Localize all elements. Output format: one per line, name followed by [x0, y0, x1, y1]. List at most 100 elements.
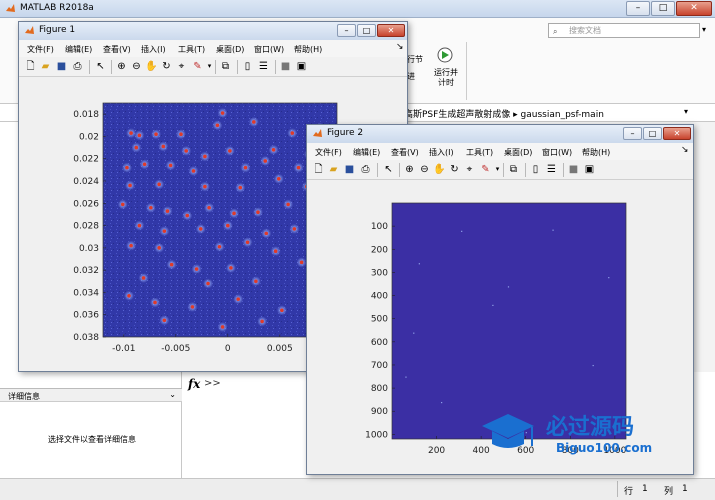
zoom-in-icon[interactable]: ⊕	[115, 60, 128, 73]
menu-desktop[interactable]: 桌面(D)	[504, 147, 532, 158]
hide-plot-tools-icon[interactable]: ■	[279, 60, 292, 73]
chevron-down-icon[interactable]: ⌄	[169, 390, 176, 399]
menu-desktop[interactable]: 桌面(D)	[216, 44, 244, 55]
fx-icon[interactable]: fx	[188, 377, 200, 391]
close-button[interactable]: ✕	[676, 1, 712, 16]
scatter-point	[154, 242, 165, 253]
save-icon[interactable]: ■	[55, 60, 68, 73]
link-plot-icon[interactable]: ⧉	[507, 163, 520, 176]
scatter-point	[217, 108, 228, 119]
scatter-point	[125, 180, 136, 191]
zoom-out-icon[interactable]: ⊖	[130, 60, 143, 73]
figure-2-minimize-button[interactable]: –	[623, 127, 642, 140]
figure-1-close-button[interactable]: ✕	[377, 24, 405, 37]
scatter-point	[181, 145, 192, 156]
zoom-out-icon[interactable]: ⊖	[418, 163, 431, 176]
legend-icon[interactable]: ☰	[545, 163, 558, 176]
new-figure-icon[interactable]: 🗋	[312, 163, 325, 176]
menu-view[interactable]: 查看(V)	[391, 147, 419, 158]
data-cursor-icon[interactable]: ⌖	[463, 163, 476, 176]
colorbar-icon[interactable]: ▯	[529, 163, 542, 176]
matlab-logo-icon	[6, 4, 15, 12]
figure-2-toolbar: 🗋 ▰ ■ ⎙ ↖ ⊕ ⊖ ✋ ↻ ⌖ ✎ ▾ ⧉ ▯ ☰ ■ ▣	[307, 160, 693, 180]
new-figure-icon[interactable]: 🗋	[24, 60, 37, 73]
advance-label[interactable]: 进	[407, 71, 415, 82]
menu-window[interactable]: 窗口(W)	[254, 44, 284, 55]
rotate-3d-icon[interactable]: ↻	[160, 60, 173, 73]
print-icon[interactable]: ⎙	[71, 60, 84, 73]
data-cursor-icon[interactable]: ⌖	[175, 60, 188, 73]
figure-1-titlebar[interactable]: Figure 1 – □ ✕	[19, 22, 407, 40]
scatter-point	[283, 199, 294, 210]
figure-icon	[313, 129, 322, 137]
image-bright-pixel	[552, 229, 554, 231]
edit-plot-icon[interactable]: ↖	[94, 60, 107, 73]
hide-plot-tools-icon[interactable]: ■	[567, 163, 580, 176]
menu-file[interactable]: 文件(F)	[315, 147, 342, 158]
scatter-point	[252, 207, 263, 218]
menu-view[interactable]: 查看(V)	[103, 44, 131, 55]
menu-insert[interactable]: 插入(I)	[141, 44, 166, 55]
folder-dropdown-icon[interactable]: ▾	[684, 107, 688, 116]
watermark-sub-text: Biguo100.com	[556, 441, 652, 455]
open-file-icon[interactable]: ▰	[327, 163, 340, 176]
menu-tools[interactable]: 工具(T)	[466, 147, 493, 158]
menu-tools[interactable]: 工具(T)	[178, 44, 205, 55]
pan-icon[interactable]: ✋	[433, 163, 446, 176]
run-and-time-icon[interactable]	[434, 43, 456, 63]
menu-file[interactable]: 文件(F)	[27, 44, 54, 55]
scatter-point	[199, 151, 210, 162]
show-plot-tools-icon[interactable]: ▣	[583, 163, 596, 176]
menu-help[interactable]: 帮助(H)	[294, 44, 322, 55]
scatter-point	[225, 262, 236, 273]
command-prompt: >>	[204, 378, 221, 389]
y-tick-label: 500	[371, 315, 388, 325]
matlab-titlebar: MATLAB R2018a – □ ✕	[0, 0, 715, 18]
colorbar-icon[interactable]: ▯	[241, 60, 254, 73]
menu-help[interactable]: 帮助(H)	[582, 147, 610, 158]
menu-edit[interactable]: 编辑(E)	[353, 147, 380, 158]
menu-insert[interactable]: 插入(I)	[429, 147, 454, 158]
figure-1-maximize-button[interactable]: □	[357, 24, 376, 37]
menu-edit[interactable]: 编辑(E)	[65, 44, 92, 55]
search-options-icon[interactable]: ▾	[702, 25, 706, 34]
window-title: MATLAB R2018a	[20, 3, 94, 13]
scatter-point	[182, 210, 193, 221]
figure-2-close-button[interactable]: ✕	[663, 127, 691, 140]
edit-plot-icon[interactable]: ↖	[382, 163, 395, 176]
legend-icon[interactable]: ☰	[257, 60, 270, 73]
y-tick-label: 0.034	[73, 288, 99, 298]
link-plot-icon[interactable]: ⧉	[219, 60, 232, 73]
print-icon[interactable]: ⎙	[359, 163, 372, 176]
search-docs-input[interactable]: ⌕ 搜索文档	[548, 23, 700, 38]
scatter-point	[212, 120, 223, 131]
figure-2-titlebar[interactable]: Figure 2 – □ ✕	[307, 125, 693, 143]
zoom-in-icon[interactable]: ⊕	[403, 163, 416, 176]
run-section-label[interactable]: 行节	[407, 54, 423, 65]
rotate-3d-icon[interactable]: ↻	[448, 163, 461, 176]
scatter-point	[134, 130, 145, 141]
scatter-point	[250, 276, 261, 287]
details-panel-header[interactable]: 详细信息 ⌄	[0, 388, 182, 402]
open-file-icon[interactable]: ▰	[39, 60, 52, 73]
dock-arrow-icon[interactable]: ↘	[396, 42, 404, 52]
pan-icon[interactable]: ✋	[145, 60, 158, 73]
save-icon[interactable]: ■	[343, 163, 356, 176]
scatter-point	[191, 264, 202, 275]
maximize-button[interactable]: □	[651, 1, 675, 16]
figure-1-minimize-button[interactable]: –	[337, 24, 356, 37]
status-separator	[617, 481, 618, 497]
scatter-point	[293, 162, 304, 173]
current-folder-path[interactable]: 高斯PSF生成超声散射成像 ▸ gaussian_psf-main	[404, 107, 604, 120]
scatter-point	[273, 173, 284, 184]
y-tick-label: 0.02	[79, 132, 99, 142]
y-tick-label: 400	[371, 292, 388, 302]
minimize-button[interactable]: –	[626, 1, 650, 16]
dock-arrow-icon[interactable]: ↘	[681, 145, 689, 155]
menu-window[interactable]: 窗口(W)	[542, 147, 572, 158]
show-plot-tools-icon[interactable]: ▣	[295, 60, 308, 73]
figure-2-maximize-button[interactable]: □	[643, 127, 662, 140]
scatter-point	[176, 129, 186, 140]
figure-1-toolbar: 🗋 ▰ ■ ⎙ ↖ ⊕ ⊖ ✋ ↻ ⌖ ✎ ▾ ⧉ ▯ ☰ ■ ▣	[19, 57, 407, 77]
run-and-time-label[interactable]: 运行并 计时	[432, 68, 460, 88]
